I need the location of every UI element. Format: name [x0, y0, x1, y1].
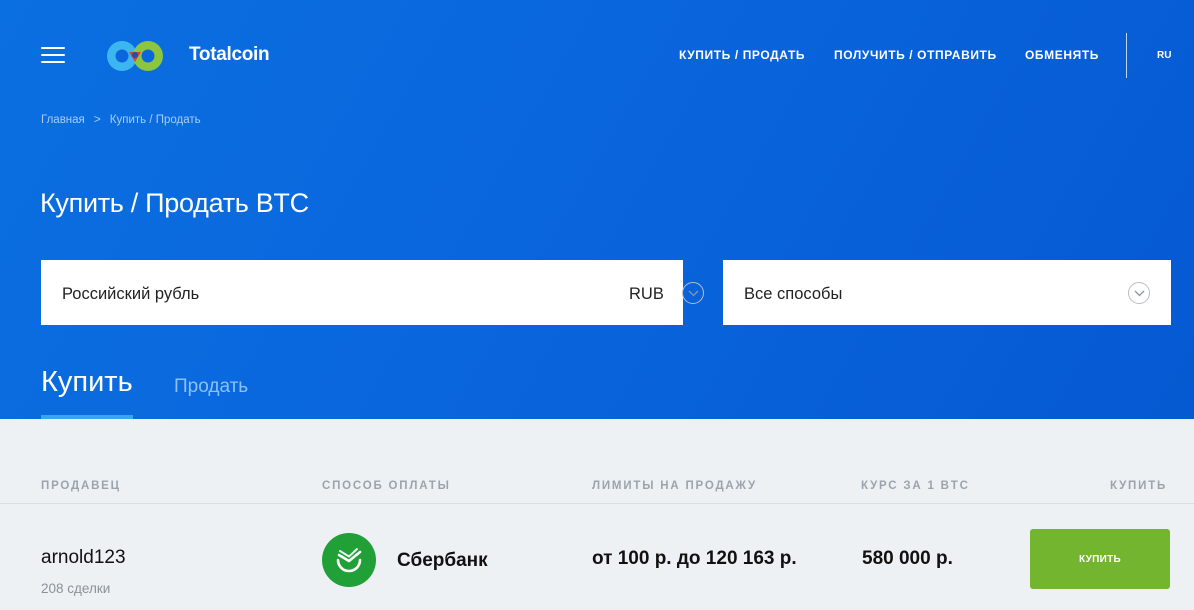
totalcoin-logo-icon[interactable] — [105, 38, 165, 74]
btc-rate: 580 000 р. — [862, 548, 953, 569]
active-tab-indicator — [41, 415, 133, 419]
tab-sell[interactable]: Продать — [174, 376, 248, 398]
column-header-buy: КУПИТЬ — [1110, 480, 1168, 492]
payment-method-name: Сбербанк — [397, 550, 488, 571]
column-header-rate: КУРС ЗА 1 BTC — [861, 480, 970, 492]
breadcrumb: Главная > Купить / Продать — [41, 112, 201, 126]
seller-name[interactable]: arnold123 — [41, 547, 126, 569]
chevron-down-icon — [682, 282, 704, 304]
brand-name[interactable]: Totalcoin — [189, 44, 270, 66]
hamburger-menu-icon[interactable] — [41, 45, 65, 63]
nav-receive-send[interactable]: ПОЛУЧИТЬ / ОТПРАВИТЬ — [834, 48, 997, 62]
payment-method-select[interactable]: Все способы — [723, 260, 1171, 325]
breadcrumb-home[interactable]: Главная — [41, 114, 85, 126]
sale-limits: от 100 р. до 120 163 р. — [592, 548, 797, 569]
payment-method-select-label: Все способы — [744, 285, 843, 303]
column-header-seller: ПРОДАВЕЦ — [41, 480, 121, 492]
column-header-payment-method: СПОСОБ ОПЛАТЫ — [322, 480, 451, 492]
column-header-limits: ЛИМИТЫ НА ПРОДАЖУ — [592, 480, 757, 492]
hero-header: Totalcoin КУПИТЬ / ПРОДАТЬ ПОЛУЧИТЬ / ОТ… — [0, 0, 1194, 419]
table-divider — [0, 503, 1194, 504]
currency-code: RUB — [629, 285, 664, 303]
sberbank-logo-icon — [322, 533, 376, 587]
breadcrumb-current: Купить / Продать — [109, 114, 201, 126]
seller-deals-count: 208 сделки — [41, 581, 111, 596]
nav-buy-sell[interactable]: КУПИТЬ / ПРОДАТЬ — [679, 48, 805, 62]
page-title: Купить / Продать BTC — [40, 188, 309, 218]
nav-divider — [1126, 33, 1127, 78]
buy-button[interactable]: КУПИТЬ — [1030, 529, 1170, 589]
chevron-down-icon — [1128, 282, 1150, 304]
language-switcher[interactable]: RU — [1157, 50, 1171, 61]
breadcrumb-separator-icon: > — [93, 112, 101, 126]
currency-select-label: Российский рубль — [62, 285, 200, 303]
currency-select[interactable]: Российский рубль RUB — [41, 260, 704, 325]
tab-buy[interactable]: Купить — [41, 366, 133, 399]
nav-exchange[interactable]: ОБМЕНЯТЬ — [1025, 48, 1099, 62]
